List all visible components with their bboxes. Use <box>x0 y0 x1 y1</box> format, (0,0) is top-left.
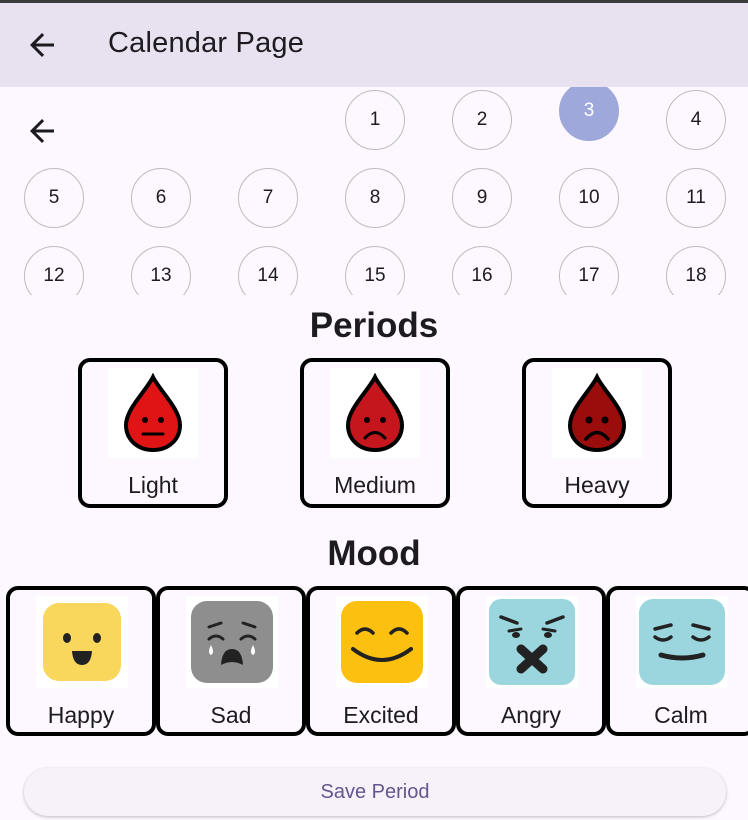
calendar-day[interactable]: 16 <box>452 246 512 295</box>
calendar-day[interactable]: 15 <box>345 246 405 295</box>
grinning-face-icon <box>341 601 423 683</box>
calendar-day[interactable]: 12 <box>24 246 84 295</box>
calendar-day[interactable]: 7 <box>238 168 298 228</box>
save-period-button[interactable]: Save Period <box>24 768 726 816</box>
drop-neutral-face-icon <box>123 373 183 453</box>
mood-image <box>636 596 728 688</box>
back-arrow-icon[interactable] <box>24 27 60 63</box>
calendar-grid: 1 2 3 4 5 6 7 8 9 10 11 12 13 14 15 16 1… <box>0 87 748 295</box>
period-option-light[interactable]: Light <box>78 358 228 508</box>
mood-label: Calm <box>654 702 708 728</box>
angry-face-icon <box>489 599 575 685</box>
calendar-day-selected[interactable]: 3 <box>559 87 619 141</box>
calendar-day[interactable]: 6 <box>131 168 191 228</box>
drop-sad-face-icon <box>345 373 405 453</box>
mood-option-sad[interactable]: Sad <box>156 586 306 736</box>
period-option-medium[interactable]: Medium <box>300 358 450 508</box>
page-title: Calendar Page <box>108 27 305 59</box>
periods-section-title: Periods <box>309 306 439 345</box>
period-image <box>330 368 420 458</box>
mood-label: Excited <box>343 702 419 728</box>
calendar-day[interactable]: 10 <box>559 168 619 228</box>
calendar-day[interactable]: 8 <box>345 168 405 228</box>
period-label: Light <box>128 472 178 498</box>
crying-face-icon <box>191 601 273 683</box>
happy-face-icon <box>43 603 121 681</box>
previous-month-arrow-icon[interactable] <box>24 113 60 149</box>
mood-option-calm[interactable]: Calm <box>606 586 748 736</box>
mood-label: Angry <box>500 702 562 728</box>
mood-image <box>336 596 428 688</box>
app-bar: Calendar Page <box>0 3 748 87</box>
mood-image <box>36 596 128 688</box>
calendar-day[interactable]: 13 <box>131 246 191 295</box>
period-option-heavy[interactable]: Heavy <box>522 358 672 508</box>
calendar-day[interactable]: 14 <box>238 246 298 295</box>
mood-image <box>486 596 578 688</box>
calendar-day[interactable]: 11 <box>666 168 726 228</box>
calendar-day[interactable]: 2 <box>452 90 512 150</box>
mood-option-angry[interactable]: Angry <box>456 586 606 736</box>
calendar-day[interactable]: 5 <box>24 168 84 228</box>
mood-label: Happy <box>47 702 115 728</box>
calm-face-icon <box>639 599 725 685</box>
calendar-day[interactable]: 17 <box>559 246 619 295</box>
period-image <box>108 368 198 458</box>
calendar-day[interactable]: 9 <box>452 168 512 228</box>
calendar-day[interactable]: 1 <box>345 90 405 150</box>
period-label: Heavy <box>564 472 630 498</box>
calendar-day[interactable]: 18 <box>666 246 726 295</box>
mood-section-title: Mood <box>327 534 421 573</box>
period-label: Medium <box>334 472 416 498</box>
period-image <box>552 368 642 458</box>
mood-image <box>186 596 278 688</box>
drop-sad-face-icon <box>567 373 627 453</box>
mood-option-happy[interactable]: Happy <box>6 586 156 736</box>
calendar-day[interactable]: 4 <box>666 90 726 150</box>
mood-option-excited[interactable]: Excited <box>306 586 456 736</box>
mood-label: Sad <box>210 702 252 728</box>
